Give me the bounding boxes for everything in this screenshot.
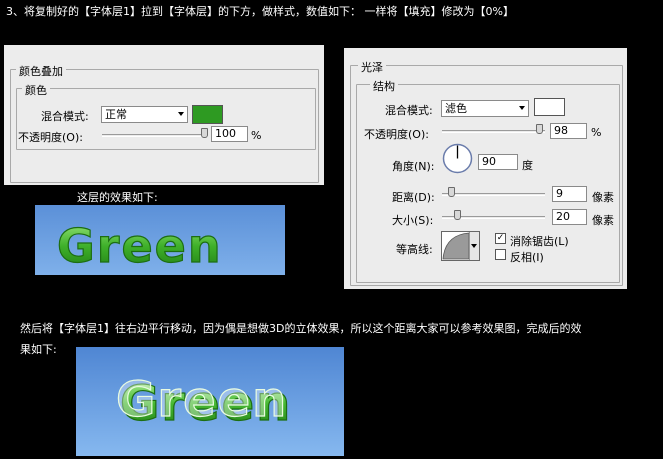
opacity-unit: % — [591, 126, 602, 139]
distance-slider-track[interactable] — [442, 193, 545, 196]
angle-dial-icon[interactable] — [442, 143, 473, 174]
final-effect-preview-image: Green Green — [76, 347, 344, 456]
color-overlay-panel: 颜色叠加 颜色 混合模式: 正常 不透明度(O): 100 % — [4, 45, 324, 185]
opacity-slider-thumb[interactable] — [535, 124, 543, 134]
green-text-preview-2: Green Green — [76, 347, 344, 456]
invert-label: 反相(I) — [510, 251, 544, 264]
contour-label: 等高线: — [396, 243, 433, 256]
chevron-down-icon — [471, 244, 477, 248]
opacity-slider-track[interactable] — [102, 134, 208, 137]
preview-text-2-front: Green — [116, 372, 288, 428]
distance-unit: 像素 — [592, 191, 614, 204]
overlay-color-swatch[interactable] — [192, 105, 223, 124]
satin-color-swatch[interactable] — [534, 98, 565, 116]
satin-panel: 光泽 结构 混合模式: 滤色 不透明度(O): 98 % 角度(N): 90 度… — [344, 48, 627, 289]
group-title: 颜色 — [22, 82, 50, 98]
size-slider-thumb[interactable] — [454, 210, 461, 220]
opacity-slider-thumb[interactable] — [201, 128, 208, 138]
distance-slider-thumb[interactable] — [448, 187, 455, 197]
blend-mode-label: 混合模式: — [41, 110, 89, 123]
bottom-text-line2: 果如下: — [20, 343, 57, 356]
distance-label: 距离(D): — [392, 191, 435, 204]
chevron-down-icon — [178, 112, 184, 116]
antialias-checkbox[interactable]: ✓ — [495, 233, 506, 244]
group-title: 结构 — [370, 78, 398, 94]
blend-mode-value: 正常 — [105, 108, 127, 121]
angle-unit: 度 — [522, 159, 533, 172]
layer-effect-caption: 这层的效果如下: — [77, 191, 158, 204]
opacity-label: 不透明度(O): — [18, 131, 83, 144]
angle-input[interactable]: 90 — [478, 154, 518, 170]
layer-effect-preview-image: Green — [35, 205, 285, 275]
blend-mode-label: 混合模式: — [385, 104, 433, 117]
blend-mode-value: 滤色 — [445, 102, 467, 115]
invert-checkbox[interactable] — [495, 249, 506, 260]
chevron-down-icon — [519, 106, 525, 110]
preview-text-1: Green — [57, 219, 223, 273]
opacity-unit: % — [251, 129, 262, 142]
antialias-label: 消除锯齿(L) — [510, 235, 569, 248]
opacity-slider-track[interactable] — [442, 130, 545, 133]
blend-mode-select[interactable]: 滤色 — [441, 100, 529, 117]
contour-curve-icon — [442, 232, 470, 260]
distance-input[interactable]: 9 — [552, 186, 587, 202]
size-input[interactable]: 20 — [552, 209, 587, 225]
opacity-input[interactable]: 100 — [211, 126, 248, 142]
blend-mode-select[interactable]: 正常 — [101, 106, 188, 123]
green-text-preview-1: Green — [35, 205, 285, 275]
angle-label: 角度(N): — [392, 160, 435, 173]
opacity-label: 不透明度(O): — [364, 128, 429, 141]
intro-text: 3、将复制好的【字体层1】拉到【字体层】的下方，做样式，数值如下： 一样将【填充… — [6, 5, 514, 18]
opacity-input[interactable]: 98 — [550, 123, 587, 139]
size-label: 大小(S): — [392, 214, 434, 227]
panel-title: 颜色叠加 — [16, 63, 66, 79]
panel-title: 光泽 — [358, 59, 386, 75]
contour-picker[interactable] — [441, 231, 480, 261]
size-unit: 像素 — [592, 214, 614, 227]
contour-dropdown-button[interactable] — [469, 232, 479, 260]
bottom-text-line1: 然后将【字体层1】往右边平行移动，因为偶是想做3D的立体效果，所以这个距离大家可… — [20, 322, 582, 335]
